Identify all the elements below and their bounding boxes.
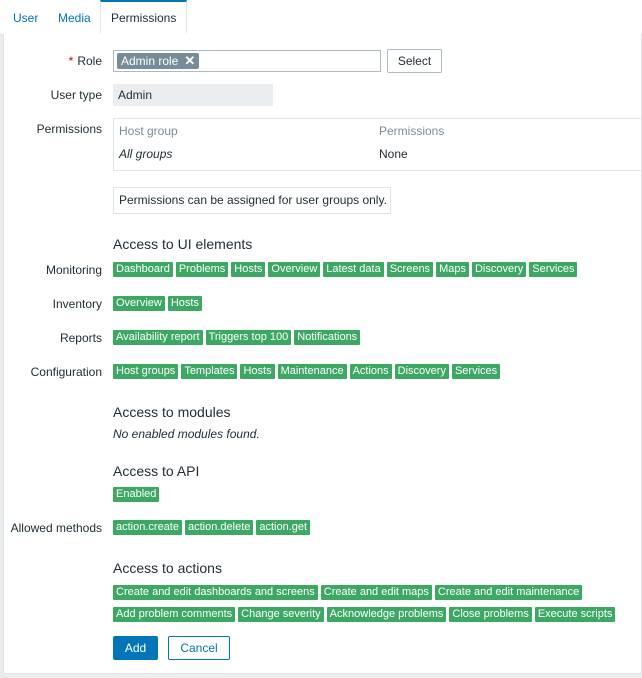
tag: Screens bbox=[386, 262, 434, 277]
tag: Acknowledge problems bbox=[326, 607, 447, 622]
monitoring-label: Monitoring bbox=[45, 263, 102, 277]
actions-tags-row2: Add problem comments Change severity Ack… bbox=[113, 607, 616, 622]
role-chip-label: Admin role bbox=[121, 54, 179, 68]
role-label-text: Role bbox=[77, 54, 102, 68]
tag: Templates bbox=[181, 364, 238, 379]
tag: Create and edit maps bbox=[320, 585, 432, 600]
configuration-label: Configuration bbox=[30, 365, 102, 379]
tag: action.delete bbox=[184, 520, 254, 535]
ui-elements-heading: Access to UI elements bbox=[113, 236, 253, 252]
tag: Add problem comments bbox=[113, 607, 236, 622]
inventory-tags: Overview Hosts bbox=[113, 296, 202, 311]
tag: Hosts bbox=[167, 296, 202, 311]
tag: Create and edit maintenance bbox=[434, 585, 583, 600]
tag: Maintenance bbox=[277, 364, 347, 379]
permissions-note: Permissions can be assigned for user gro… bbox=[113, 187, 391, 214]
user-type-field: Admin bbox=[113, 84, 273, 106]
actions-heading: Access to actions bbox=[113, 560, 222, 576]
host-group-cell: All groups bbox=[119, 147, 173, 161]
permissions-table: Host group Permissions All groups None bbox=[113, 118, 642, 171]
api-status: Enabled bbox=[113, 487, 160, 502]
tag: action.create bbox=[113, 520, 182, 535]
tag: Services bbox=[451, 364, 501, 379]
modules-heading: Access to modules bbox=[113, 404, 231, 420]
column-header-permissions: Permissions bbox=[379, 124, 445, 138]
add-button[interactable]: Add bbox=[113, 636, 158, 660]
tag: Change severity bbox=[238, 607, 324, 622]
role-select-button[interactable]: Select bbox=[387, 49, 442, 73]
tab-bar: User Media Permissions bbox=[0, 0, 642, 35]
tag: Triggers top 100 bbox=[205, 330, 292, 345]
allowed-methods-tags: action.create action.delete action.get bbox=[113, 520, 311, 535]
permissions-label: Permissions bbox=[36, 122, 102, 136]
tag: Hosts bbox=[231, 262, 266, 277]
role-chip: Admin role ✕ bbox=[117, 53, 200, 69]
remove-icon[interactable]: ✕ bbox=[184, 53, 195, 68]
tag: Discovery bbox=[471, 262, 527, 277]
tag: Discovery bbox=[394, 364, 449, 379]
api-enabled-tag: Enabled bbox=[113, 487, 160, 502]
inventory-label: Inventory bbox=[52, 297, 102, 311]
reports-tags: Availability report Triggers top 100 Not… bbox=[113, 330, 361, 345]
monitoring-tags: Dashboard Problems Hosts Overview Latest… bbox=[113, 262, 578, 277]
permission-cell: None bbox=[379, 147, 408, 161]
tab-user[interactable]: User bbox=[13, 0, 38, 34]
required-mark: * bbox=[68, 54, 74, 68]
tab-permissions[interactable]: Permissions bbox=[100, 0, 188, 33]
tab-media[interactable]: Media bbox=[58, 0, 91, 34]
tag: Notifications bbox=[294, 330, 361, 345]
tag: Close problems bbox=[449, 607, 532, 622]
cancel-button[interactable]: Cancel bbox=[168, 636, 230, 660]
api-heading: Access to API bbox=[113, 463, 200, 479]
user-type-label: User type bbox=[50, 88, 102, 102]
tag: Execute scripts bbox=[534, 607, 616, 622]
tag: Services bbox=[529, 262, 578, 277]
actions-tags-row1: Create and edit dashboards and screens C… bbox=[113, 585, 583, 600]
role-label: * Role bbox=[69, 54, 102, 68]
column-header-host-group: Host group bbox=[119, 124, 178, 138]
allowed-methods-label: Allowed methods bbox=[10, 521, 102, 535]
tag: Actions bbox=[349, 364, 392, 379]
tag: Latest data bbox=[323, 262, 384, 277]
reports-label: Reports bbox=[59, 331, 102, 345]
tag: Availability report bbox=[113, 330, 203, 345]
tag: Problems bbox=[175, 262, 229, 277]
modules-note: No enabled modules found. bbox=[113, 427, 260, 441]
role-input[interactable]: Admin role ✕ bbox=[113, 50, 381, 72]
tag: Create and edit dashboards and screens bbox=[113, 585, 318, 600]
tag: Overview bbox=[268, 262, 321, 277]
tag: action.get bbox=[256, 520, 311, 535]
tag: Hosts bbox=[240, 364, 275, 379]
tag: Host groups bbox=[113, 364, 179, 379]
tag: Overview bbox=[113, 296, 165, 311]
configuration-tags: Host groups Templates Hosts Maintenance … bbox=[113, 364, 501, 379]
tag: Dashboard bbox=[113, 262, 173, 277]
tag: Maps bbox=[436, 262, 469, 277]
